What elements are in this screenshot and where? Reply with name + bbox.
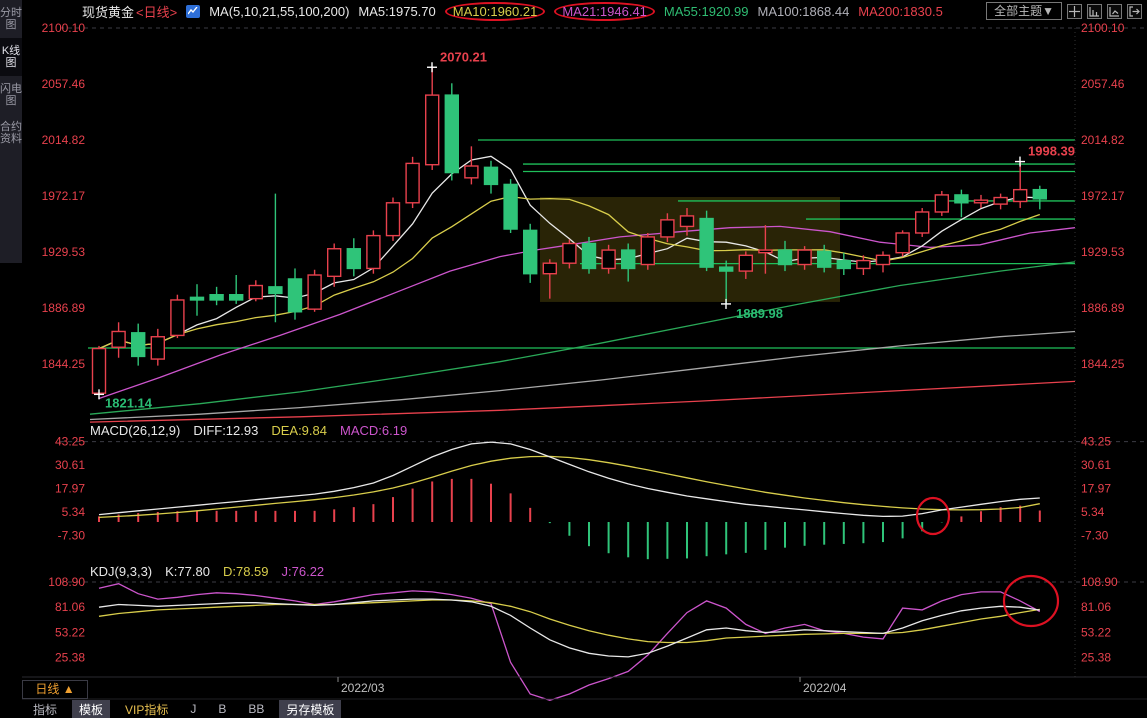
- date-axis-label: 2022/03: [341, 681, 385, 695]
- bottom-tab-4[interactable]: J: [183, 701, 203, 717]
- bottom-tab-1[interactable]: 指标: [26, 700, 64, 718]
- kdj-k-value: K:77.80: [165, 564, 210, 579]
- bottom-tab-5[interactable]: B: [211, 701, 233, 717]
- kdj-axis-label: 108.90: [1081, 575, 1118, 589]
- kdj-axis-label: 108.90: [48, 575, 85, 589]
- date-axis-label: 2022/04: [803, 681, 847, 695]
- kdj-axis-label: 53.22: [1081, 625, 1111, 639]
- bottom-tab-6[interactable]: BB: [241, 701, 271, 717]
- kdj-axis-label: 25.38: [1081, 651, 1111, 665]
- dea-line: [99, 456, 1040, 517]
- kdj-j-value: J:76.22: [282, 564, 325, 579]
- macd-title: MACD(26,12,9): [90, 423, 180, 438]
- bottom-tab-7[interactable]: 另存模板: [279, 700, 341, 718]
- macd-header: MACD(26,12,9) DIFF:12.93 DEA:9.84 MACD:6…: [90, 423, 407, 438]
- macd-macd-value: MACD:6.19: [340, 423, 407, 438]
- macd-axis-label: 17.97: [1081, 482, 1111, 496]
- macd-axis-label: 5.34: [1081, 505, 1105, 519]
- diff-line: [99, 442, 1040, 516]
- macd-cross-circle-annotation: [917, 498, 949, 534]
- price-axis-label: 1972.17: [42, 189, 86, 203]
- kdj-axis-label: 81.06: [55, 600, 85, 614]
- price-axis-label: 2100.10: [1081, 21, 1125, 35]
- kdj-k-line: [99, 599, 1040, 657]
- kdj-axis-label: 81.06: [1081, 600, 1111, 614]
- indicator-tab-bar: 指标模板VIP指标JBBB另存模板: [26, 700, 341, 718]
- price-axis-label: 1886.89: [42, 301, 86, 315]
- macd-axis-label: -7.30: [58, 529, 86, 543]
- kdj-header: KDJ(9,3,3) K:77.80 D:78.59 J:76.22: [90, 564, 324, 579]
- kdj-axis-label: 53.22: [55, 625, 85, 639]
- macd-axis-label: 30.61: [1081, 458, 1111, 472]
- kdj-j-line: [99, 584, 1040, 701]
- price-axis-label: 1929.53: [42, 245, 86, 259]
- price-annotation-label: 1821.14: [105, 395, 153, 410]
- ma200-line: [90, 381, 1075, 422]
- macd-axis-label: 5.34: [62, 505, 86, 519]
- price-axis-label: 2014.82: [1081, 133, 1125, 147]
- price-axis-label: 1886.89: [1081, 301, 1125, 315]
- price-axis-label: 2057.46: [1081, 77, 1125, 91]
- price-axis-label: 1929.53: [1081, 245, 1125, 259]
- macd-axis-label: -7.30: [1081, 529, 1109, 543]
- kdj-cross-circle-annotation: [1004, 576, 1058, 626]
- price-axis-label: 1972.17: [1081, 189, 1125, 203]
- trading-app-window: 2070.21 1998.39 1889.98 1821.14 2100.10 2100.…: [0, 0, 1147, 718]
- price-annotation-label: 1998.39: [1028, 144, 1075, 159]
- macd-dea-value: DEA:9.84: [271, 423, 327, 438]
- price-axis-label: 1844.25: [42, 357, 86, 371]
- kdj-axis-label: 25.38: [55, 651, 85, 665]
- macd-axis-label: 43.25: [1081, 435, 1111, 449]
- price-axis-label: 1844.25: [1081, 357, 1125, 371]
- price-annotation-label: 1889.98: [736, 306, 783, 321]
- macd-axis-label: 30.61: [55, 458, 85, 472]
- price-axis-label: 2057.46: [42, 77, 86, 91]
- price-annotation-label: 2070.21: [440, 49, 487, 64]
- bottom-tab-2[interactable]: 模板: [72, 700, 110, 718]
- kdj-d-value: D:78.59: [223, 564, 269, 579]
- bottom-tab-3[interactable]: VIP指标: [118, 700, 175, 718]
- price-axis-label: 2100.10: [42, 21, 86, 35]
- kdj-title: KDJ(9,3,3): [90, 564, 152, 579]
- period-selector-button[interactable]: 日线 ▲: [22, 680, 88, 699]
- macd-axis-label: 17.97: [55, 482, 85, 496]
- kdj-d-line: [99, 600, 1040, 643]
- macd-axis-label: 43.25: [55, 435, 85, 449]
- macd-diff-value: DIFF:12.93: [193, 423, 258, 438]
- price-axis-label: 2014.82: [42, 133, 86, 147]
- chart-canvas: 2070.21 1998.39 1889.98 1821.14 2100.10 2100.…: [0, 0, 1147, 718]
